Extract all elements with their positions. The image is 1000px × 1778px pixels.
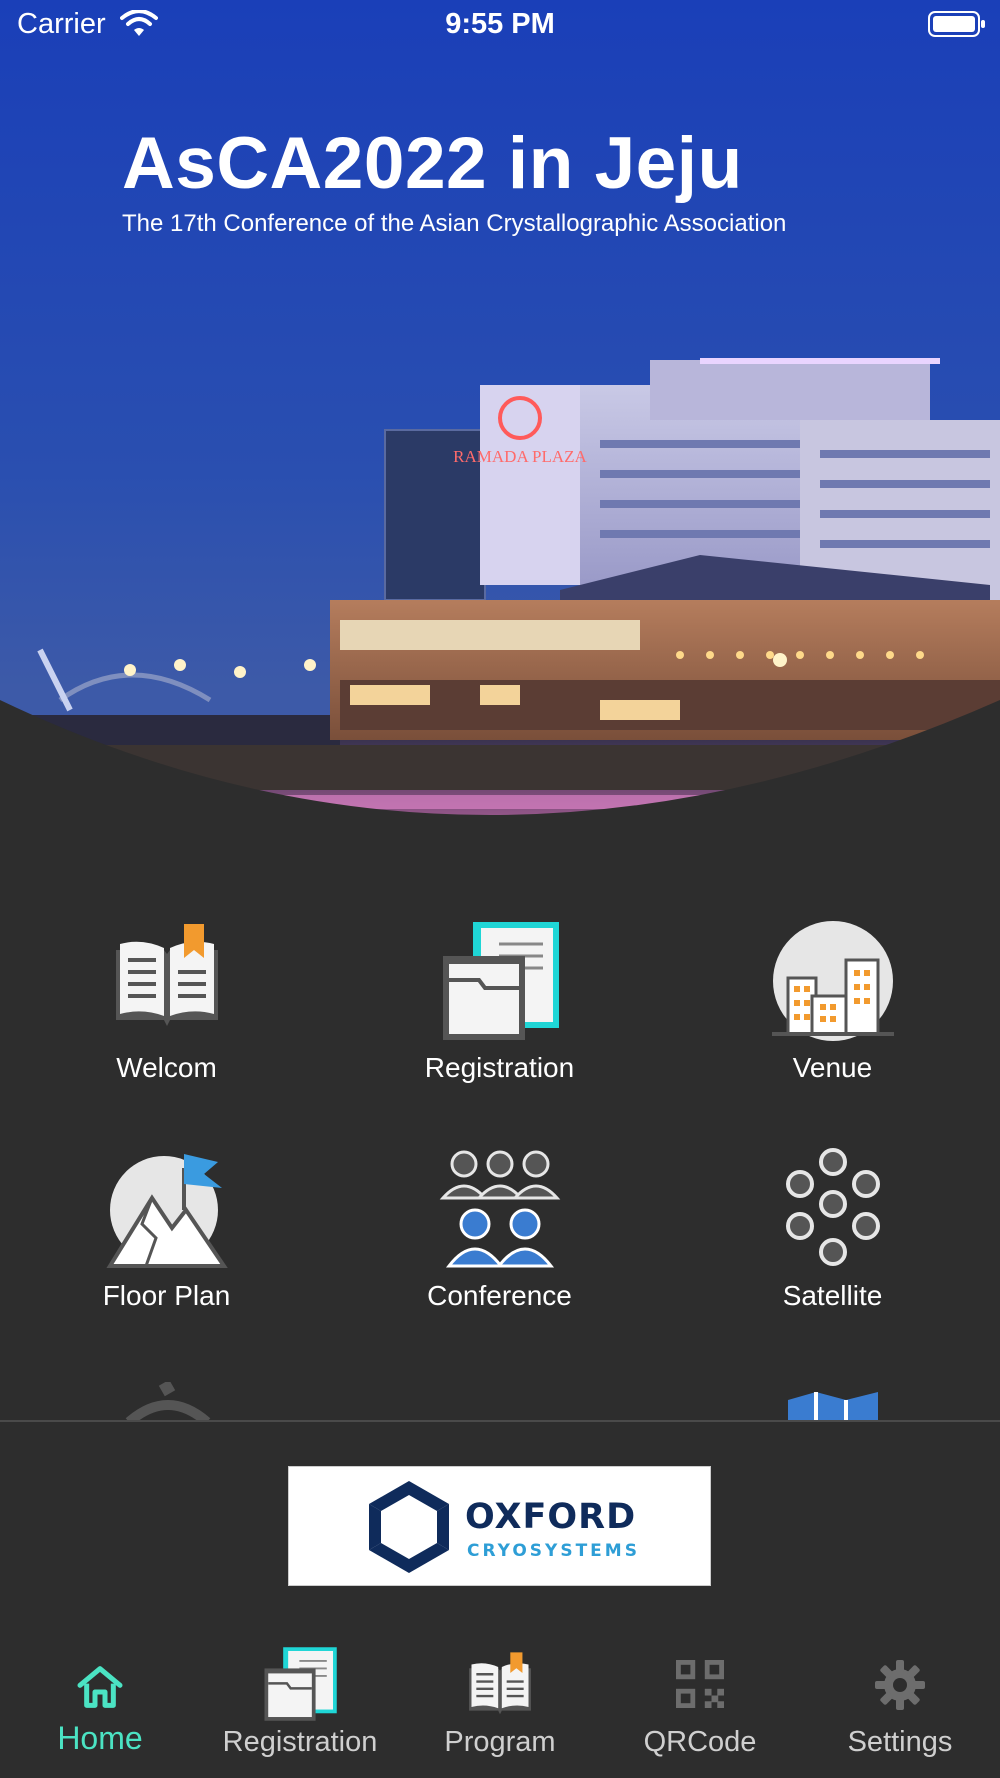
- gear-icon: [875, 1660, 925, 1710]
- tab-label-program: Program: [444, 1726, 556, 1758]
- tab-label-registration: Registration: [222, 1726, 378, 1758]
- menu-item-conference[interactable]: Conference: [333, 1128, 666, 1328]
- hero-banner: RAMADA PLAZA Carrier 9:55 PM AsCA2022 in…: [0, 0, 1000, 860]
- tab-label-settings: Settings: [847, 1726, 953, 1758]
- open-book-bookmark-icon: [116, 924, 218, 1026]
- tab-qrcode[interactable]: QRCode: [600, 1630, 800, 1778]
- tab-label-qrcode: QRCode: [643, 1726, 757, 1758]
- battery-icon: [928, 11, 985, 37]
- tab-home[interactable]: Home: [0, 1630, 200, 1778]
- map-icon: [788, 1392, 878, 1420]
- clock-time: 9:55 PM: [445, 8, 555, 40]
- qrcode-icon: [676, 1660, 724, 1708]
- sponsor-subname: CRYOSYSTEMS: [467, 1541, 640, 1561]
- tab-registration[interactable]: Registration: [200, 1630, 400, 1778]
- home-icon: [77, 1666, 123, 1708]
- menu-item-satellite[interactable]: Satellite: [666, 1128, 999, 1328]
- tab-program[interactable]: Program: [400, 1630, 600, 1778]
- documents-folder-icon: [443, 922, 559, 1040]
- sponsor-banner[interactable]: OXFORD CRYOSYSTEMS: [288, 1466, 711, 1586]
- documents-folder-icon: [264, 1647, 337, 1721]
- menu-label-conference: Conference: [427, 1280, 572, 1311]
- menu-item-venue[interactable]: Venue: [666, 900, 999, 1100]
- people-group-icon: [439, 1150, 561, 1268]
- tab-settings[interactable]: Settings: [800, 1630, 1000, 1778]
- status-bar: Carrier 9:55 PM: [0, 0, 1000, 52]
- main-menu-grid: Welcom Registration Venue Floor Plan Con…: [0, 900, 1000, 1420]
- menu-label-floor-plan: Floor Plan: [102, 1280, 231, 1311]
- menu-item-welcome[interactable]: Welcom: [0, 900, 333, 1100]
- hotel-sign-text: RAMADA PLAZA: [453, 447, 587, 466]
- menu-label-satellite: Satellite: [782, 1280, 883, 1311]
- mountain-flag-icon: [106, 1154, 228, 1268]
- tab-label-home: Home: [57, 1720, 143, 1756]
- oxford-logo-icon: [369, 1481, 449, 1573]
- content-divider: [0, 1420, 1000, 1422]
- menu-label-registration: Registration: [424, 1052, 575, 1083]
- conference-subtitle: The 17th Conference of the Asian Crystal…: [122, 210, 787, 237]
- menu-label-welcome: Welcom: [116, 1052, 217, 1083]
- city-buildings-icon: [772, 921, 894, 1041]
- bottom-tab-bar: Home Registration Program QRCode Setting…: [0, 1630, 1000, 1778]
- menu-item-registration[interactable]: Registration: [333, 900, 666, 1100]
- menu-label-venue: Venue: [792, 1052, 873, 1083]
- sponsor-name: OXFORD: [465, 1497, 637, 1537]
- menu-item-floor-plan[interactable]: Floor Plan: [0, 1128, 333, 1328]
- dots-cluster-icon: [786, 1148, 880, 1266]
- stopwatch-icon: [125, 1382, 211, 1420]
- conference-title: AsCA2022 in Jeju: [122, 123, 743, 204]
- open-book-icon: [469, 1652, 531, 1715]
